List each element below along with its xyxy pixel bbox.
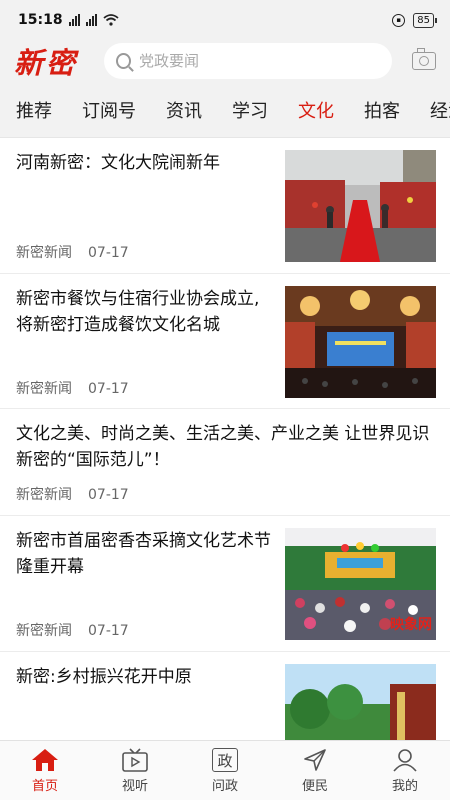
article-item[interactable]: 河南新密：文化大院闹新年 新密新闻 07-17 [0, 138, 450, 274]
tab-study[interactable]: 学习 [232, 97, 268, 123]
article-item[interactable]: 文化之美、时尚之美、生活之美、产业之美 让世界见识新密的“国际范儿”！ 新密新闻… [0, 409, 450, 516]
tab-economy[interactable]: 经济 [430, 97, 450, 123]
tv-icon [122, 748, 148, 772]
tab-snapshot[interactable]: 拍客 [364, 97, 400, 123]
rotation-lock-icon: ▪ [392, 13, 406, 27]
article-date: 07-17 [88, 623, 129, 639]
article-source: 新密新闻 [16, 487, 72, 503]
article-date: 07-17 [88, 487, 129, 503]
article-item[interactable]: 新密市餐饮与住宿行业协会成立,将新密打造成餐饮文化名城 新密新闻 07-17 [0, 274, 450, 409]
article-title: 文化之美、时尚之美、生活之美、产业之美 让世界见识新密的“国际范儿”！ [16, 424, 430, 470]
article-thumbnail[interactable] [285, 150, 436, 262]
article-feed[interactable]: 河南新密：文化大院闹新年 新密新闻 07-17 新密市餐饮与住宿行业协会成立,将新… [0, 138, 450, 740]
article-date: 07-17 [88, 381, 129, 397]
search-input[interactable] [138, 52, 380, 70]
article-meta: 新密新闻 07-17 [16, 242, 129, 262]
nav-label: 我的 [391, 779, 418, 794]
tab-culture[interactable]: 文化 [298, 97, 334, 123]
home-icon [32, 749, 58, 771]
nav-label: 便民 [301, 779, 328, 794]
wifi-icon [102, 14, 119, 26]
thumbnail-watermark: 映象网 [390, 617, 432, 633]
status-bar: 15:18 ▪ 85 [0, 0, 450, 40]
profile-icon [393, 749, 417, 772]
zheng-icon: 政 [212, 748, 238, 772]
tab-news[interactable]: 资讯 [166, 97, 202, 123]
signal-icon-2 [85, 14, 97, 26]
app-logo[interactable]: 新密 [14, 40, 104, 82]
nav-profile[interactable]: 我的 [360, 741, 450, 800]
search-bar[interactable] [104, 43, 392, 79]
article-title: 新密市餐饮与住宿行业协会成立,将新密打造成餐饮文化名城 [16, 289, 260, 335]
channel-tabs: 推荐 订阅号 资讯 学习 文化 拍客 经济 [0, 82, 450, 138]
article-source: 新密新闻 [16, 381, 72, 397]
nav-label: 问政 [211, 779, 238, 794]
article-item[interactable]: 新密市首届密香杏采摘文化艺术节隆重开幕 新密新闻 07-17 映象网 [0, 516, 450, 652]
nav-label: 首页 [31, 779, 58, 794]
article-item[interactable]: 新密:乡村振兴花开中原 [0, 652, 450, 740]
article-thumbnail[interactable] [285, 664, 436, 740]
article-thumbnail[interactable]: 映象网 [285, 528, 436, 640]
signal-icon [68, 14, 80, 26]
article-date: 07-17 [88, 245, 129, 261]
article-meta: 新密新闻 07-17 [16, 378, 129, 398]
nav-services[interactable]: 便民 [270, 741, 360, 800]
nav-media[interactable]: 视听 [90, 741, 180, 800]
article-source: 新密新闻 [16, 245, 72, 261]
article-title: 新密市首届密香杏采摘文化艺术节隆重开幕 [16, 531, 271, 577]
battery-indicator: 85 [413, 12, 437, 28]
nav-home[interactable]: 首页 [0, 741, 90, 800]
article-meta: 新密新闻 07-17 [16, 620, 129, 640]
tab-recommend[interactable]: 推荐 [16, 97, 52, 123]
bottom-navigation: 首页 视听 政 问政 便民 我的 [0, 740, 450, 800]
nav-label: 视听 [121, 779, 148, 794]
nav-inquiry[interactable]: 政 问政 [180, 741, 270, 800]
send-icon [304, 749, 326, 771]
status-time: 15:18 [18, 12, 63, 28]
article-meta: 新密新闻 07-17 [16, 484, 129, 504]
article-source: 新密新闻 [16, 623, 72, 639]
camera-icon[interactable] [412, 48, 436, 70]
article-title: 河南新密：文化大院闹新年 [16, 153, 220, 173]
article-thumbnail[interactable] [285, 286, 436, 398]
article-title: 新密:乡村振兴花开中原 [16, 667, 192, 687]
search-icon [116, 53, 131, 69]
app-header: 新密 [0, 40, 450, 82]
tab-subscriptions[interactable]: 订阅号 [82, 97, 136, 123]
